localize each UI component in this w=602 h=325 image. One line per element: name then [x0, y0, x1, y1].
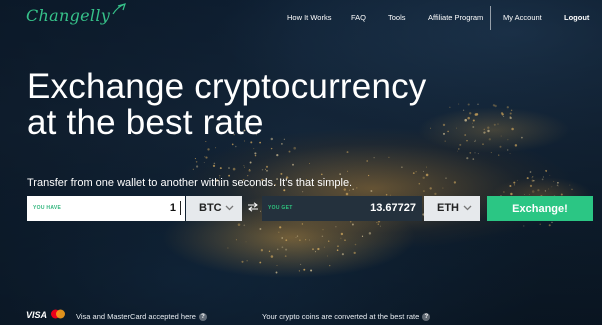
mastercard-logo-icon — [51, 309, 65, 319]
nav-my-account[interactable]: My Account — [503, 13, 542, 22]
logo-leaf-icon — [112, 3, 126, 15]
hero-subtitle: Transfer from one wallet to another with… — [27, 177, 353, 189]
chevron-down-icon — [463, 205, 472, 211]
you-have-label: YOU HAVE — [33, 205, 62, 211]
best-rate-note: Your crypto coins are converted at the b… — [262, 312, 431, 322]
hero-title-line2-prefix: at the — [27, 103, 126, 142]
you-get-value: 13.67727 — [370, 202, 416, 214]
you-have-value: 1 — [169, 202, 176, 214]
nav-tools[interactable]: Tools — [388, 13, 406, 22]
nav-affiliate-program[interactable]: Affiliate Program — [428, 13, 483, 22]
to-currency-code: ETH — [437, 202, 459, 214]
from-currency-code: BTC — [199, 202, 222, 214]
cards-accepted-text: Visa and MasterCard accepted here — [76, 312, 196, 321]
best-rate-text: Your crypto coins are converted at the b… — [262, 312, 420, 321]
exchange-button[interactable]: Exchange! — [487, 196, 593, 221]
visa-logo: VISA — [26, 310, 48, 320]
you-get-label: YOU GET — [268, 205, 293, 211]
help-icon[interactable]: ? — [198, 313, 207, 322]
to-currency-select[interactable]: ETH — [424, 196, 480, 221]
text-cursor — [180, 201, 181, 215]
nav-faq[interactable]: FAQ — [351, 13, 366, 22]
top-nav: Changelly How It Works FAQ Tools Affilia… — [0, 0, 602, 36]
swap-arrows-icon[interactable] — [247, 202, 259, 212]
changelly-logo[interactable]: Changelly — [26, 6, 110, 25]
hero-title-line2-bold: best rate — [125, 103, 264, 142]
you-have-input[interactable]: YOU HAVE 1 — [27, 196, 185, 221]
you-get-output: YOU GET 13.67727 — [262, 196, 422, 221]
cards-accepted-note: Visa and MasterCard accepted here? — [76, 312, 207, 322]
nav-divider — [490, 6, 491, 30]
help-icon[interactable]: ? — [422, 313, 431, 322]
logout-link[interactable]: Logout — [564, 13, 589, 22]
nav-how-it-works[interactable]: How It Works — [287, 13, 331, 22]
hero-title: Exchange cryptocurrency at the best rate — [27, 69, 427, 141]
background-overlay — [0, 0, 602, 325]
from-currency-select[interactable]: BTC — [186, 196, 242, 221]
hero-title-line1: Exchange cryptocurrency — [27, 67, 427, 106]
chevron-down-icon — [225, 205, 234, 211]
